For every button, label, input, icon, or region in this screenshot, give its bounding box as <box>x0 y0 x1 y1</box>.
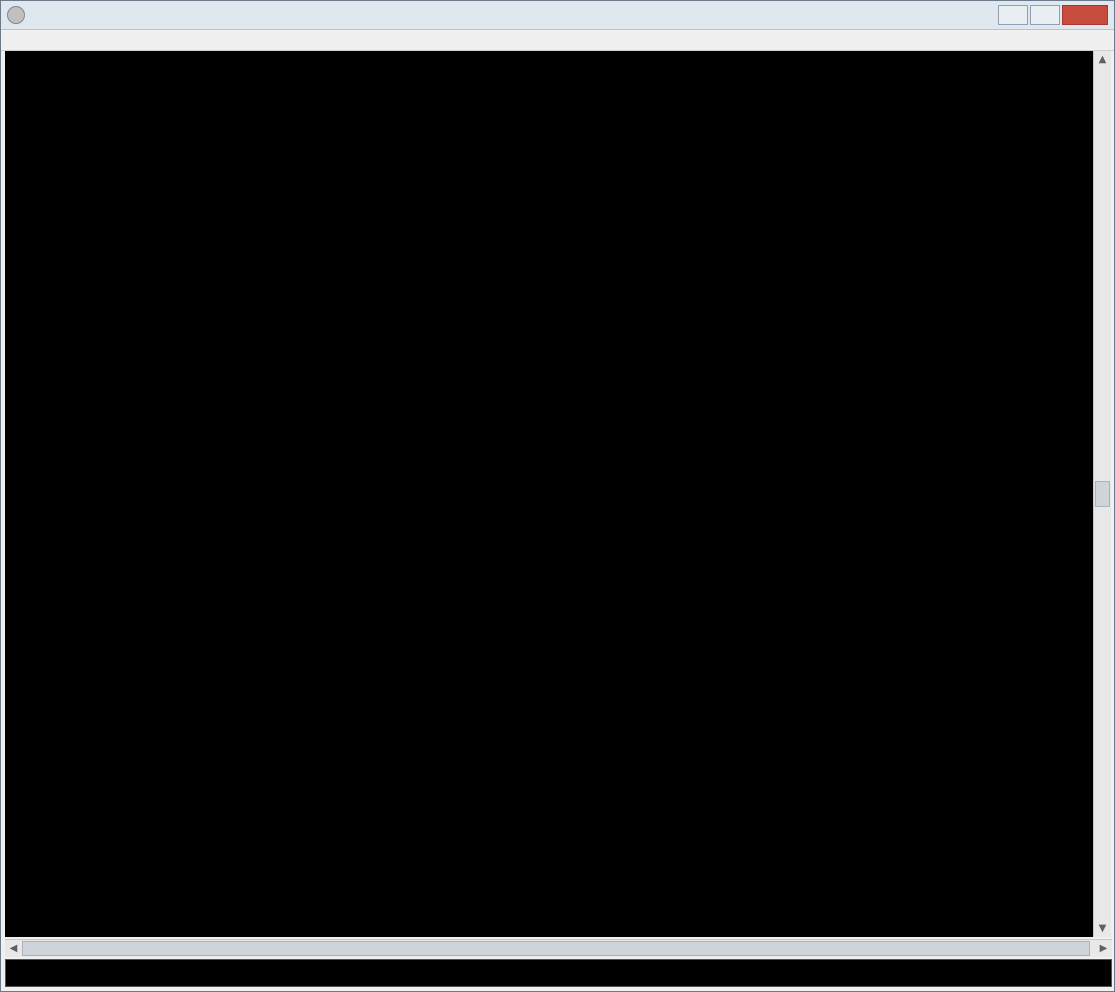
nrs-terminal-window: ▲ ▼ ◀ ▶ <box>0 0 1115 992</box>
command-bar <box>5 959 1112 987</box>
close-button[interactable] <box>1062 5 1108 25</box>
minimize-button[interactable] <box>998 5 1028 25</box>
terminal-output <box>5 51 1095 71</box>
maximize-button[interactable] <box>1030 5 1060 25</box>
title-bar <box>1 1 1114 30</box>
app-icon <box>7 6 25 24</box>
vertical-scrollbar[interactable]: ▲ ▼ <box>1093 51 1111 937</box>
scroll-right-icon[interactable]: ▶ <box>1095 940 1112 957</box>
scroll-down-icon[interactable]: ▼ <box>1094 920 1111 937</box>
horizontal-scrollbar[interactable]: ◀ ▶ <box>5 939 1112 957</box>
menu-bar <box>1 30 1114 51</box>
scroll-left-icon[interactable]: ◀ <box>5 940 22 957</box>
terminal-screen[interactable] <box>5 51 1095 937</box>
scroll-up-icon[interactable]: ▲ <box>1094 51 1111 68</box>
command-input[interactable] <box>6 960 1111 986</box>
vertical-scroll-thumb[interactable] <box>1095 481 1110 507</box>
horizontal-scroll-thumb[interactable] <box>22 941 1090 956</box>
